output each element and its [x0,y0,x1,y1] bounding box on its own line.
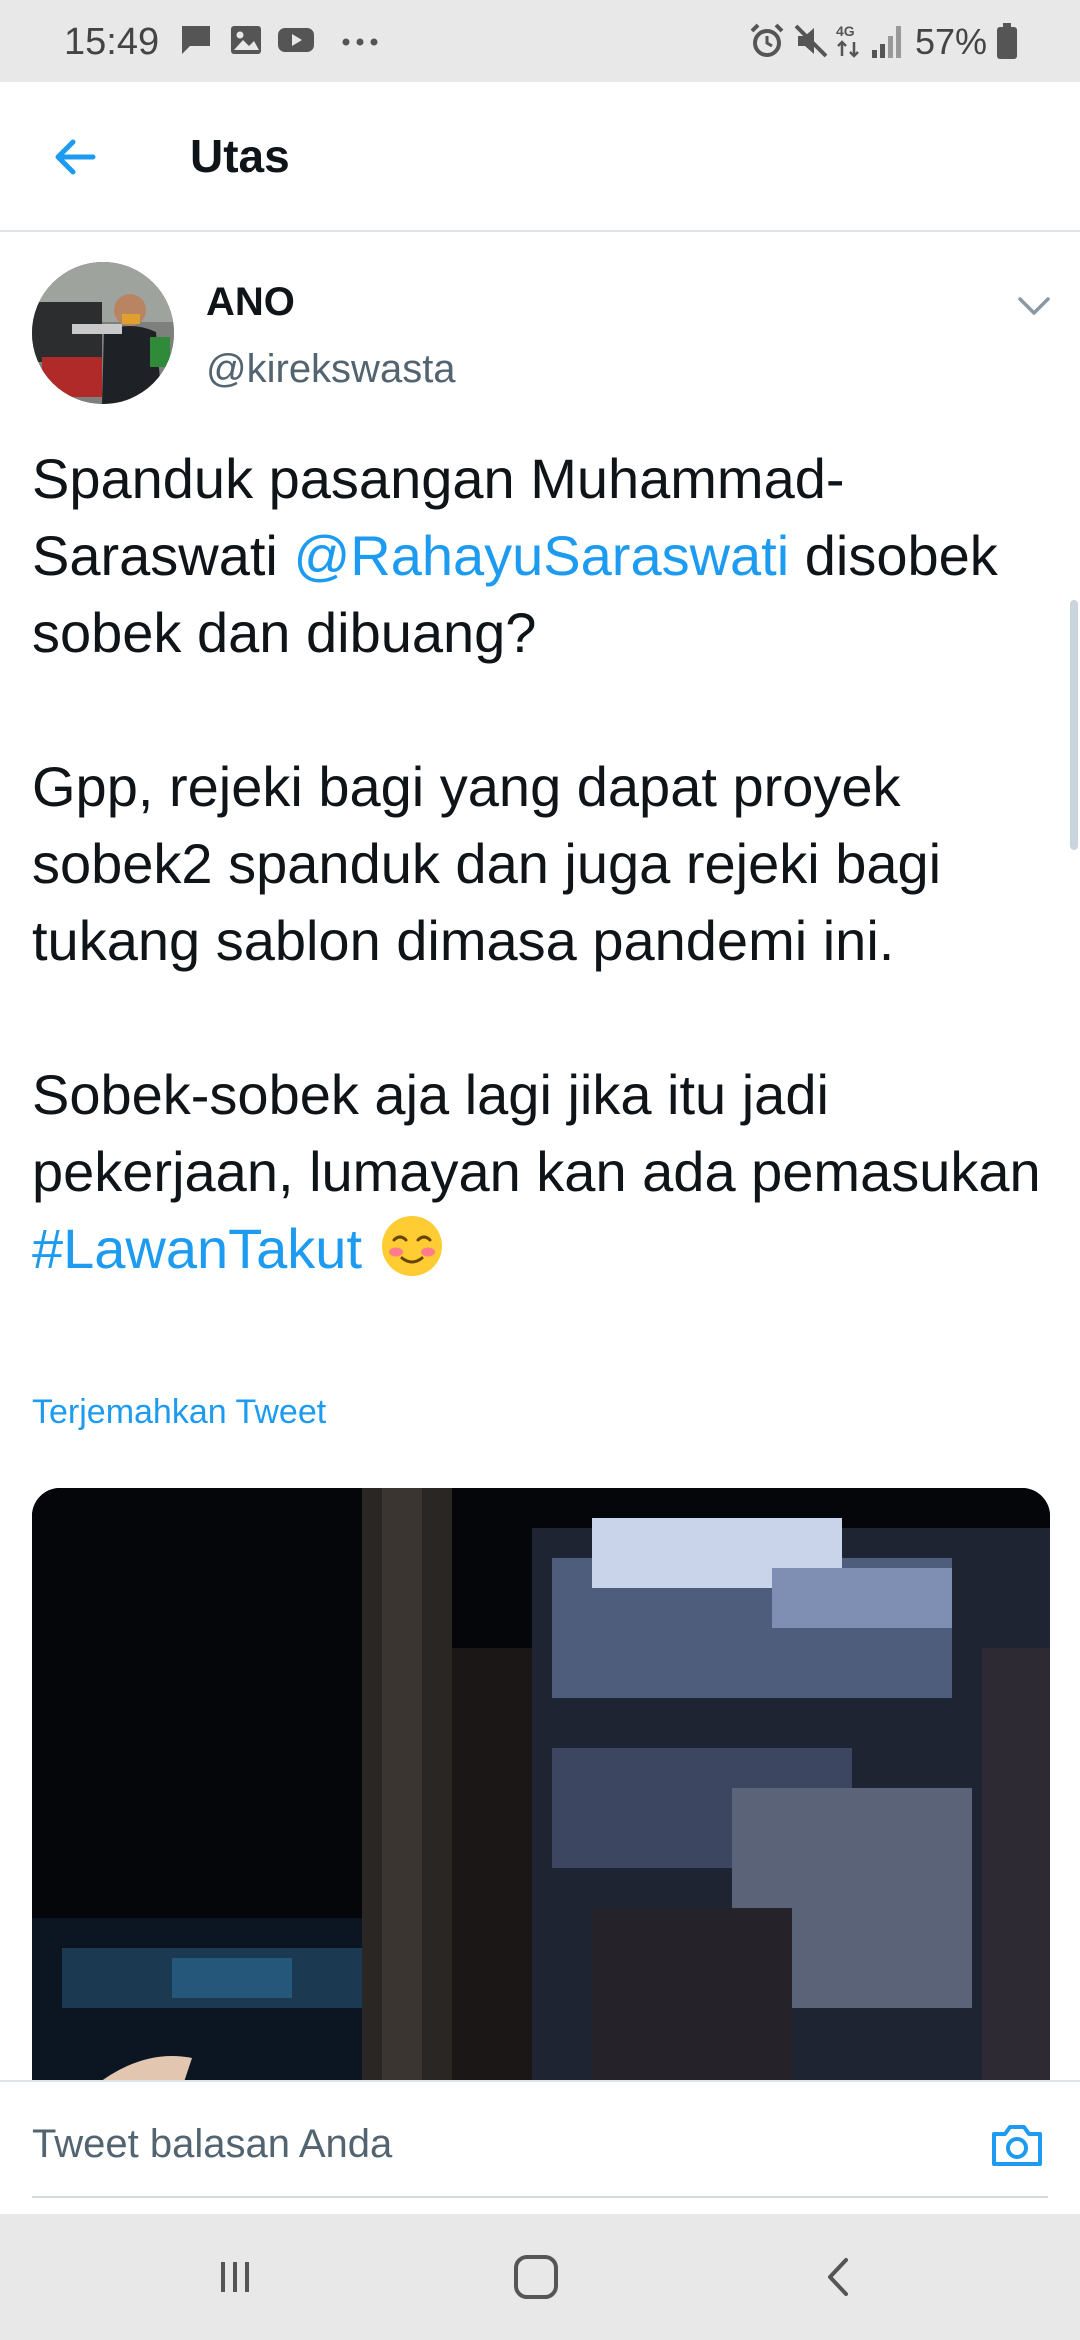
more-dots-icon [342,38,378,46]
signal-icon [872,26,901,58]
video-frame [32,1488,1050,2088]
tweet-paragraph: Spanduk pasangan Muhammad-Saraswati @Rah… [32,440,1052,671]
status-bar: 15:49 4G 57% [0,0,1080,82]
tweet-video[interactable] [32,1488,1050,2088]
scroll-indicator [1070,600,1078,850]
author-handle[interactable]: @kirekswasta [206,345,456,393]
4g-icon: 4G [836,23,859,58]
tweet-paragraph-text: Sobek-sobek aja lagi jika itu jadi peker… [32,1063,1041,1203]
system-navigation-bar [0,2214,1080,2340]
camera-icon[interactable] [988,2116,1046,2174]
arrow-left-icon [55,139,96,175]
svg-text:4G: 4G [836,23,855,39]
image-icon [231,26,261,54]
top-app-bar: Utas [0,82,1080,232]
alarm-icon [750,23,784,57]
recent-apps-icon[interactable] [205,2252,265,2302]
back-icon[interactable] [810,2252,870,2302]
avatar-image [32,262,174,404]
battery-percent: 57% [915,21,988,62]
battery-icon [997,23,1017,59]
back-button[interactable] [40,122,110,192]
page-title: Utas [190,130,290,182]
smiling-face-with-blush-emoji [381,1216,442,1276]
tweet-paragraph: Gpp, rejeki bagi yang dapat proyek sobek… [32,755,942,972]
reply-input[interactable]: Tweet balasan Anda [32,2118,392,2170]
chevron-down-icon[interactable] [1012,284,1056,328]
message-icon [182,26,210,54]
mention-link[interactable]: @RahayuSaraswati [293,524,789,587]
home-icon[interactable] [506,2252,566,2302]
reply-composer: Tweet balasan Anda [0,2080,1080,2216]
status-time: 15:49 [64,21,160,63]
youtube-icon [278,28,314,52]
author-name[interactable]: ANO [206,278,295,326]
mute-icon [794,24,828,58]
tweet-paragraph: Sobek-sobek aja lagi jika itu jadi peker… [32,1056,1052,1287]
reply-divider [32,2196,1048,2198]
translate-tweet-link[interactable]: Terjemahkan Tweet [32,1390,326,1434]
tweet-text: Spanduk pasangan Muhammad-Saraswati @Rah… [32,440,1052,1287]
author-avatar[interactable] [32,262,174,404]
hashtag-link[interactable]: #LawanTakut [32,1217,362,1280]
